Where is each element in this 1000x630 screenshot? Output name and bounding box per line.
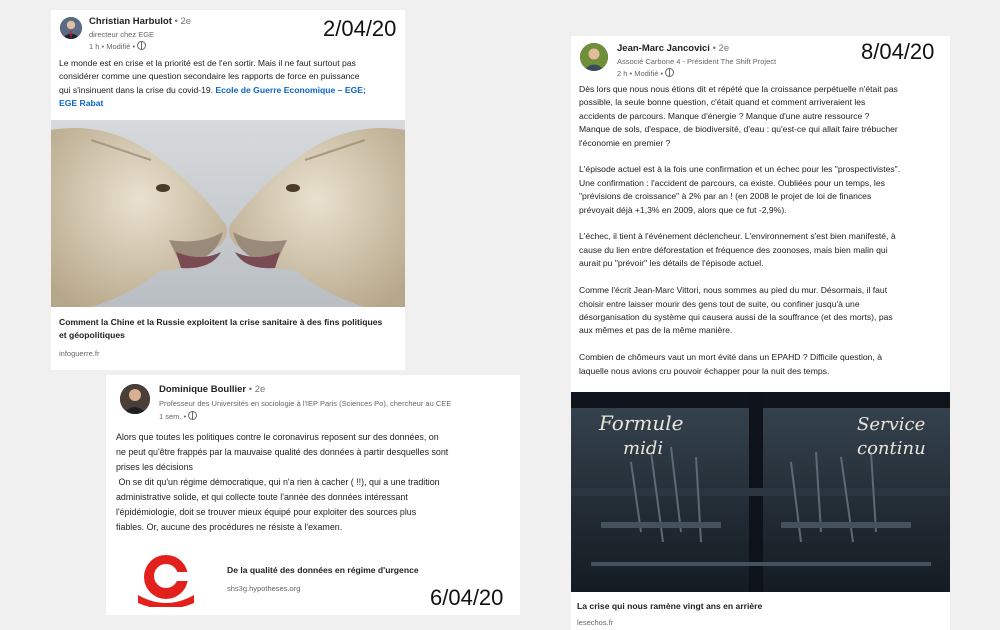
post-meta: 1 h • Modifié •	[89, 41, 147, 51]
article-domain: shs3g.hypotheses.org	[227, 584, 301, 593]
hashtag-link[interactable]: Ecole de Guerre Economique – EGE;	[215, 85, 365, 95]
article-domain: infoguerre.fr	[59, 349, 100, 358]
globe-icon	[137, 41, 147, 50]
author-avatar[interactable]	[60, 17, 82, 39]
author-name[interactable]: Jean-Marc Jancovici • 2e	[617, 43, 729, 54]
article-title[interactable]: De la qualité des données en régime d'ur…	[227, 564, 419, 577]
post-text: Dès lors que nous nous étions dit et rép…	[579, 84, 901, 376]
image-text-midi: midi	[623, 438, 663, 459]
author-avatar[interactable]	[120, 384, 150, 414]
image-text-continu: continu	[857, 438, 926, 459]
post-meta: 2 h • Modifié •	[617, 68, 675, 78]
post-text: Le monde est en crise et la priorité est…	[59, 58, 366, 109]
globe-icon	[665, 68, 675, 77]
post-meta: 1 sem. •	[159, 411, 198, 421]
post-card-harbulot: Christian Harbulot • 2e directeur chez E…	[51, 10, 405, 370]
date-stamp: 8/04/20	[861, 39, 935, 64]
article-domain: lesechos.fr	[577, 618, 614, 627]
date-stamp: 2/04/20	[323, 16, 397, 41]
article-image[interactable]	[51, 120, 405, 307]
article-title[interactable]: La crise qui nous ramène vingt ans en ar…	[577, 600, 762, 613]
article-image[interactable]: Formule midi Service continu	[571, 392, 950, 592]
article-title[interactable]: Comment la Chine et la Russie exploitent…	[59, 316, 399, 342]
image-text-formule: Formule	[598, 411, 683, 435]
article-logo[interactable]	[116, 551, 213, 607]
date-stamp: 6/04/20	[430, 585, 504, 610]
author-headline: Associé Carbone 4 - Président The Shift …	[617, 57, 777, 66]
author-headline: directeur chez EGE	[89, 30, 155, 39]
author-avatar[interactable]	[580, 43, 608, 71]
author-name[interactable]: Christian Harbulot • 2e	[89, 16, 191, 27]
post-text: Alors que toutes les politiques contre l…	[116, 432, 449, 532]
hashtag-link[interactable]: EGE Rabat	[59, 98, 103, 108]
post-card-jancovici: Jean-Marc Jancovici • 2e Associé Carbone…	[571, 36, 950, 630]
globe-icon	[188, 411, 198, 420]
author-name[interactable]: Dominique Boullier • 2e	[159, 384, 265, 395]
image-text-service: Service	[857, 414, 925, 435]
post-card-boullier: Dominique Boullier • 2e Professeur des U…	[106, 375, 520, 615]
author-headline: Professeur des Universités en sociologie…	[159, 399, 452, 408]
